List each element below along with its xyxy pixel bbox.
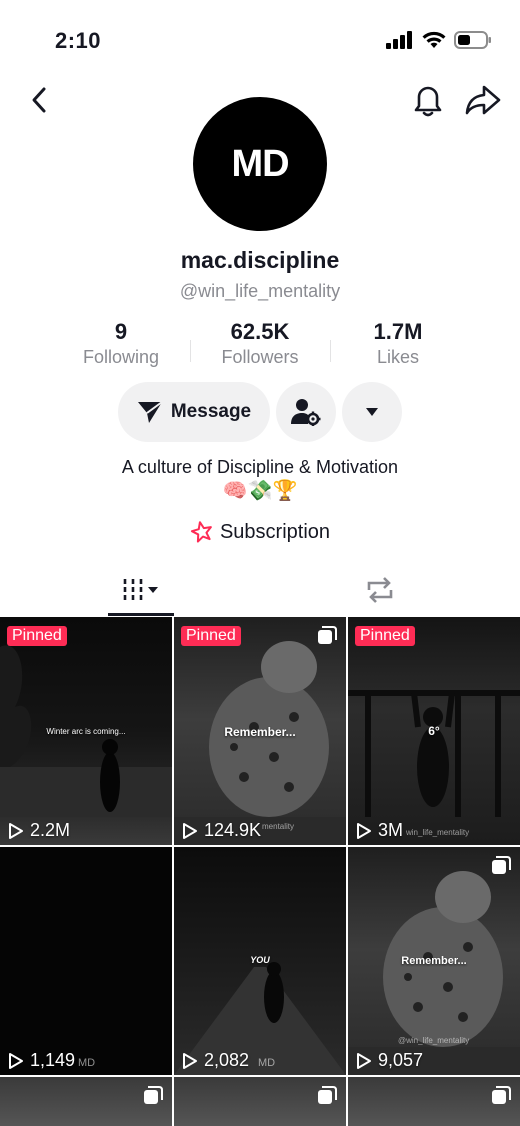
stat-followers[interactable]: 62.5K Followers bbox=[190, 318, 330, 368]
video-caption: Remember... bbox=[401, 955, 467, 967]
signal-icon bbox=[386, 31, 412, 49]
tab-videos[interactable] bbox=[108, 565, 174, 615]
bio-emoji: 🧠💸🏆 bbox=[222, 480, 298, 502]
video-caption: YOU bbox=[250, 955, 270, 965]
view-count-value: 1,149 bbox=[30, 1050, 76, 1070]
stat-value: 9 bbox=[114, 319, 128, 344]
tab-reposts[interactable] bbox=[347, 565, 413, 615]
more-dropdown-button[interactable] bbox=[342, 382, 402, 442]
video-tile[interactable] bbox=[0, 1077, 172, 1126]
video-tile[interactable]: MD 1,149 bbox=[0, 847, 172, 1075]
status-icons bbox=[386, 30, 492, 50]
message-button-label: Message bbox=[170, 401, 252, 422]
play-icon bbox=[183, 822, 197, 839]
stat-following[interactable]: 9 Following bbox=[51, 318, 191, 368]
video-caption: Winter arc is coming... bbox=[46, 727, 126, 736]
caret-down-icon bbox=[366, 408, 378, 416]
display-name: mac.discipline bbox=[180, 247, 340, 273]
view-count: 2.2M bbox=[8, 820, 70, 841]
stat-label: Likes bbox=[376, 347, 420, 367]
video-tile[interactable] bbox=[348, 1077, 520, 1126]
video-tile[interactable] bbox=[174, 1077, 346, 1126]
play-icon bbox=[9, 822, 23, 839]
pinned-badge: Pinned bbox=[181, 626, 241, 646]
share-button[interactable] bbox=[464, 82, 502, 118]
stat-value: 1.7M bbox=[373, 319, 423, 344]
video-watermark: mentality bbox=[262, 822, 295, 831]
send-icon bbox=[137, 401, 163, 423]
chevron-left-icon bbox=[32, 87, 46, 113]
photo-carousel-icon bbox=[492, 856, 511, 874]
photo-carousel-icon bbox=[318, 626, 337, 644]
video-watermark: MD bbox=[78, 1057, 96, 1069]
play-icon bbox=[357, 822, 371, 839]
photo-carousel-icon bbox=[492, 1086, 511, 1104]
photo-carousel-icon bbox=[318, 1086, 337, 1104]
view-count: 1,149 bbox=[8, 1050, 75, 1071]
back-button[interactable] bbox=[24, 82, 54, 118]
stat-label: Following bbox=[82, 347, 160, 367]
view-count-value: 124.9K bbox=[204, 820, 262, 840]
subscription-label: Subscription bbox=[219, 520, 331, 543]
view-count: 2,082 bbox=[182, 1050, 249, 1071]
content-tabs bbox=[0, 565, 520, 616]
share-arrow-icon bbox=[465, 85, 501, 115]
pinned-badge: Pinned bbox=[7, 626, 67, 646]
video-caption: Remember... bbox=[224, 725, 296, 739]
play-icon bbox=[357, 1052, 371, 1069]
repost-icon bbox=[367, 577, 393, 603]
username: @win_life_mentality bbox=[179, 281, 341, 301]
avatar-initials: MD bbox=[231, 142, 289, 185]
pinned-badge: Pinned bbox=[355, 626, 415, 646]
stat-likes[interactable]: 1.7M Likes bbox=[328, 318, 468, 368]
status-bar: 2:10 bbox=[0, 0, 520, 80]
view-count-value: 9,057 bbox=[378, 1050, 424, 1070]
view-count: 124.9K bbox=[182, 820, 261, 841]
play-icon bbox=[183, 1052, 197, 1069]
video-watermark: @win_life_mentality bbox=[398, 1036, 470, 1045]
battery-icon bbox=[454, 31, 491, 49]
video-watermark: win_life_mentality bbox=[406, 828, 470, 837]
notifications-button[interactable] bbox=[411, 82, 445, 118]
grid-videos-icon bbox=[123, 579, 158, 601]
subscription-link[interactable]: Subscription bbox=[0, 520, 520, 544]
photo-carousel-icon bbox=[144, 1086, 163, 1104]
play-icon bbox=[9, 1052, 23, 1069]
view-count-value: 3M bbox=[378, 820, 404, 840]
message-button[interactable]: Message bbox=[118, 382, 270, 442]
video-tile[interactable]: Pinned 6° win_life_mentality 3M bbox=[348, 617, 520, 845]
status-time: 2:10 bbox=[55, 28, 102, 53]
video-tile[interactable]: YOU MD 2,082 bbox=[174, 847, 346, 1075]
stat-label: Followers bbox=[221, 347, 299, 367]
view-count-value: 2.2M bbox=[30, 820, 71, 840]
view-count-value: 2,082 bbox=[204, 1050, 250, 1070]
wifi-icon bbox=[422, 31, 446, 48]
follow-settings-button[interactable] bbox=[276, 382, 336, 442]
bio-text: A culture of Discipline & Motivation bbox=[121, 457, 399, 477]
video-caption: 6° bbox=[428, 724, 440, 738]
video-tile[interactable]: Pinned Remember... mentality 124.9K bbox=[174, 617, 346, 845]
view-count: 3M bbox=[356, 820, 403, 841]
bell-icon bbox=[414, 86, 442, 117]
view-count: 9,057 bbox=[356, 1050, 423, 1071]
subscription-star-icon bbox=[190, 521, 212, 543]
avatar[interactable]: MD bbox=[193, 97, 327, 231]
video-tile[interactable]: Pinned Winter arc is coming... 2.2M bbox=[0, 617, 172, 845]
user-settings-icon bbox=[291, 399, 321, 426]
video-tile[interactable]: Remember... @win_life_mentality 9,057 bbox=[348, 847, 520, 1075]
video-watermark: MD bbox=[258, 1057, 276, 1069]
stat-value: 62.5K bbox=[230, 319, 290, 344]
active-tab-indicator bbox=[108, 613, 174, 616]
